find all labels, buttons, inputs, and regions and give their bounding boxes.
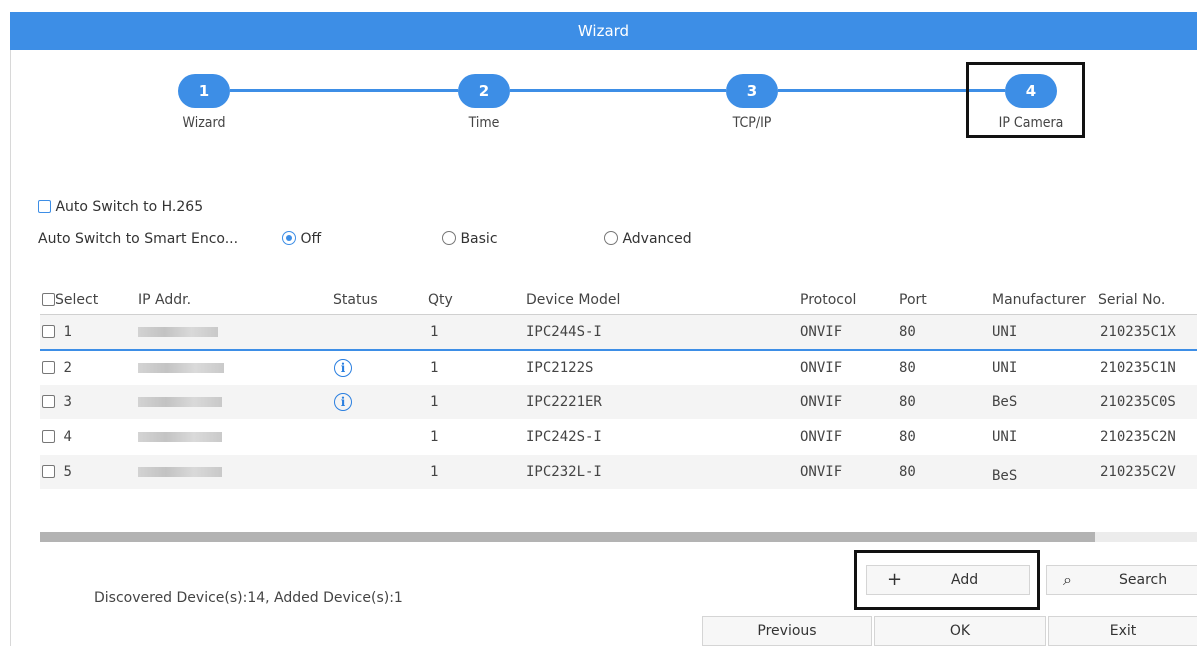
- row-port: 80: [899, 394, 916, 410]
- row-checkbox[interactable]: [42, 395, 55, 408]
- row-manufacturer: BeS: [992, 394, 1018, 410]
- header-model[interactable]: Device Model: [526, 286, 620, 314]
- row-serial: 210235C1N: [1100, 360, 1176, 376]
- row-index: 1: [63, 324, 72, 340]
- smart-off-label: Off: [300, 231, 322, 247]
- ip-redacted: [138, 397, 222, 407]
- select-all-header[interactable]: Select: [42, 286, 98, 314]
- row-model: IPC244S-I: [526, 324, 602, 340]
- ip-redacted: [138, 327, 218, 337]
- table-row[interactable]: 3 i 1 IPC2221ER ONVIF 80 BeS 210235C0S: [40, 385, 1197, 419]
- row-port: 80: [899, 324, 916, 340]
- row-protocol: ONVIF: [800, 324, 843, 340]
- search-button-label: Search: [1119, 572, 1168, 588]
- header-port[interactable]: Port: [899, 286, 927, 314]
- row-manufacturer: UNI: [992, 429, 1018, 445]
- ip-redacted: [138, 432, 222, 442]
- smart-basic-radio[interactable]: [442, 231, 456, 245]
- ip-redacted: [138, 363, 224, 373]
- smart-off-radio[interactable]: [282, 231, 296, 245]
- step-3-circle: 3: [726, 74, 778, 108]
- auto-h265-checkbox[interactable]: [38, 200, 51, 213]
- row-qty: 1: [430, 464, 439, 480]
- row-port: 80: [899, 360, 916, 376]
- row-protocol: ONVIF: [800, 360, 843, 376]
- smart-basic-option[interactable]: Basic: [442, 231, 498, 247]
- row-protocol: ONVIF: [800, 429, 843, 445]
- table-row[interactable]: 2 i 1 IPC2122S ONVIF 80 UNI 210235C1N: [40, 351, 1197, 385]
- row-checkbox[interactable]: [42, 325, 55, 338]
- row-model: IPC242S-I: [526, 429, 602, 445]
- smart-advanced-option[interactable]: Advanced: [604, 231, 692, 247]
- row-protocol: ONVIF: [800, 394, 843, 410]
- previous-button[interactable]: Previous: [702, 616, 872, 646]
- exit-button[interactable]: Exit: [1048, 616, 1197, 646]
- row-qty: 1: [430, 360, 439, 376]
- info-icon[interactable]: i: [334, 393, 352, 411]
- row-index: 2: [63, 360, 72, 376]
- smart-encoding-row: Auto Switch to Smart Enco...: [38, 231, 238, 247]
- device-summary: Discovered Device(s):14, Added Device(s)…: [94, 590, 403, 606]
- row-serial: 210235C2N: [1100, 429, 1176, 445]
- row-manufacturer: BeS: [992, 468, 1018, 484]
- smart-advanced-radio[interactable]: [604, 231, 618, 245]
- header-qty[interactable]: Qty: [428, 286, 453, 314]
- row-manufacturer: UNI: [992, 360, 1018, 376]
- row-qty: 1: [430, 324, 439, 340]
- row-protocol: ONVIF: [800, 464, 843, 480]
- step-connector: [230, 89, 458, 92]
- step-2-label: Time: [468, 115, 500, 131]
- add-highlight-box: [854, 550, 1040, 610]
- row-qty: 1: [430, 394, 439, 410]
- header-select: Select: [55, 292, 99, 308]
- ip-redacted: [138, 467, 222, 477]
- auto-h265-label: Auto Switch to H.265: [55, 199, 204, 215]
- step-2-circle: 2: [458, 74, 510, 108]
- scrollbar-thumb[interactable]: [40, 532, 1095, 542]
- ok-button[interactable]: OK: [874, 616, 1046, 646]
- smart-encoding-label: Auto Switch to Smart Enco...: [38, 231, 239, 247]
- smart-off-option[interactable]: Off: [282, 231, 321, 247]
- horizontal-scrollbar[interactable]: [40, 532, 1197, 542]
- table-row[interactable]: 5 1 IPC232L-I ONVIF 80 BeS 210235C2V: [40, 455, 1197, 489]
- step-connector: [510, 89, 726, 92]
- smart-basic-label: Basic: [460, 231, 498, 247]
- row-port: 80: [899, 429, 916, 445]
- window-title-bar: Wizard: [10, 12, 1197, 50]
- row-qty: 1: [430, 429, 439, 445]
- row-checkbox[interactable]: [42, 465, 55, 478]
- row-model: IPC232L-I: [526, 464, 602, 480]
- row-checkbox[interactable]: [42, 361, 55, 374]
- search-icon: ⌕: [1063, 570, 1072, 589]
- search-button[interactable]: ⌕ Search: [1046, 565, 1197, 595]
- header-status[interactable]: Status: [333, 286, 378, 314]
- row-checkbox[interactable]: [42, 430, 55, 443]
- info-icon[interactable]: i: [334, 359, 352, 377]
- row-serial: 210235C0S: [1100, 394, 1176, 410]
- row-port: 80: [899, 464, 916, 480]
- step-1-circle: 1: [178, 74, 230, 108]
- row-model: IPC2122S: [526, 360, 594, 376]
- table-row[interactable]: 1 1 IPC244S-I ONVIF 80 UNI 210235C1X: [40, 315, 1197, 351]
- header-manufacturer[interactable]: Manufacturer: [992, 286, 1086, 314]
- row-serial: 210235C1X: [1100, 324, 1176, 340]
- header-ip[interactable]: IP Addr.: [138, 286, 191, 314]
- select-all-checkbox[interactable]: [42, 293, 55, 306]
- row-index: 3: [63, 394, 72, 410]
- smart-advanced-label: Advanced: [622, 231, 692, 247]
- auto-h265-option[interactable]: Auto Switch to H.265: [38, 199, 203, 215]
- window-title: Wizard: [577, 22, 630, 40]
- header-serial[interactable]: Serial No.: [1098, 286, 1165, 314]
- step-3-label: TCP/IP: [732, 115, 772, 131]
- row-serial: 210235C2V: [1100, 464, 1176, 480]
- table-row[interactable]: 4 1 IPC242S-I ONVIF 80 UNI 210235C2N: [40, 420, 1197, 454]
- device-table-header: Select IP Addr. Status Qty Device Model …: [40, 286, 1197, 315]
- row-manufacturer: UNI: [992, 324, 1018, 340]
- row-index: 4: [63, 429, 72, 445]
- header-protocol[interactable]: Protocol: [800, 286, 856, 314]
- step-4-highlight-box: [966, 62, 1085, 138]
- row-index: 5: [63, 464, 72, 480]
- step-1-label: Wizard: [182, 115, 226, 131]
- row-model: IPC2221ER: [526, 394, 602, 410]
